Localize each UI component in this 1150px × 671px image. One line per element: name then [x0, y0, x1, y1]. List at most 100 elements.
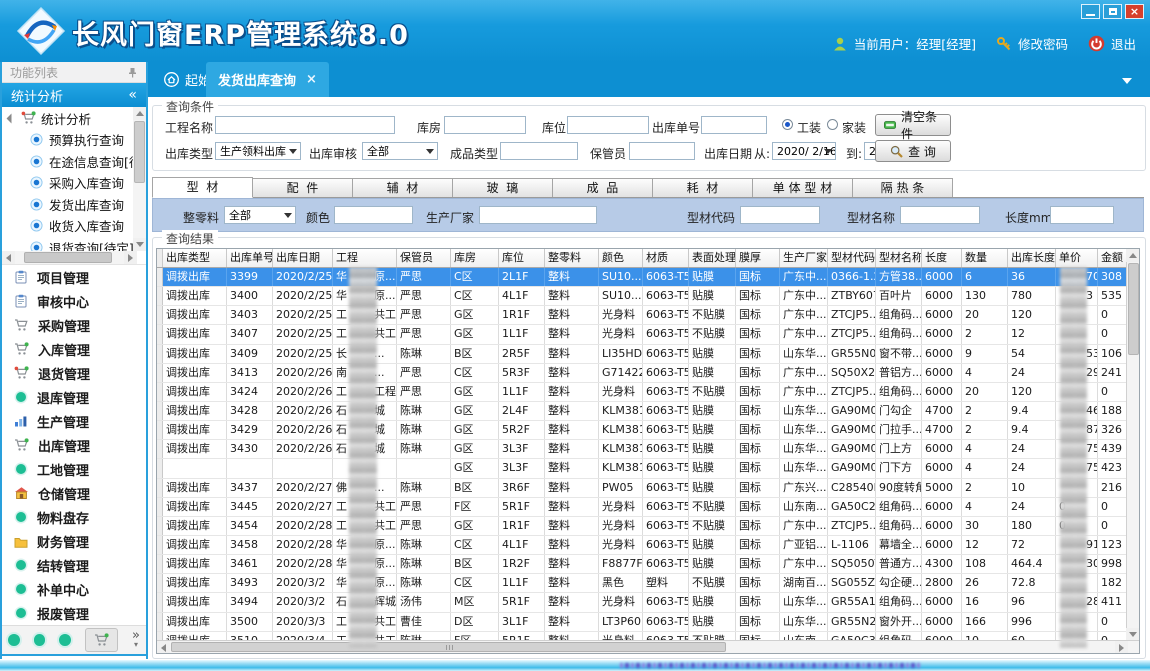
scroll-thumb[interactable]: [134, 121, 145, 183]
tree-vertical-scrollbar[interactable]: [133, 107, 146, 251]
table-row[interactable]: 调拨出库34932020/3/2华原...陈琳C区1L1F整料黑色塑料不贴膜国标…: [157, 574, 1139, 593]
table-row[interactable]: 调拨出库34612020/2/28华原...陈琳B区1R2F整料F8877FT6…: [157, 555, 1139, 574]
table-row[interactable]: G区3L3F整料KLM38176063-T5贴膜国标山东华...GA90M09.…: [157, 459, 1139, 478]
module-item[interactable]: 审核中心: [2, 289, 146, 313]
grid-header-cell[interactable]: 出库日期: [273, 249, 333, 267]
tab-close-icon[interactable]: ×: [306, 72, 317, 87]
radio-gongzhuang[interactable]: [782, 119, 793, 130]
pin-icon[interactable]: [127, 67, 138, 78]
table-row[interactable]: 调拨出库34282020/2/26石城陈琳G区2L4F整料KLM38176063…: [157, 402, 1139, 421]
grid-header-cell[interactable]: 保管员: [397, 249, 451, 267]
grid-header-cell[interactable]: 出库单号: [227, 249, 273, 267]
length-input[interactable]: [1050, 206, 1114, 224]
maker-input[interactable]: [479, 206, 597, 224]
tree-root[interactable]: 统计分析: [2, 107, 146, 129]
scroll-up-icon[interactable]: [1126, 249, 1139, 262]
location-input[interactable]: [567, 116, 649, 134]
module-item[interactable]: 退货管理: [2, 361, 146, 385]
material-tab[interactable]: 辅 材: [352, 178, 453, 197]
table-row[interactable]: 调拨出库34292020/2/26石城陈琳G区5R2F整料KLM38176063…: [157, 421, 1139, 440]
tree-horizontal-scrollbar[interactable]: [2, 251, 137, 264]
scroll-thumb[interactable]: [24, 252, 112, 263]
keeper-input[interactable]: [629, 142, 695, 160]
grid-header-cell[interactable]: 库房: [451, 249, 499, 267]
module-item[interactable]: 财务管理: [2, 529, 146, 553]
quick-dot-icon[interactable]: [34, 634, 46, 646]
table-row[interactable]: 调拨出库34302020/2/26石城陈琳G区3L3F整料KLM38176063…: [157, 440, 1139, 459]
radio-jiazhuang[interactable]: [827, 119, 838, 130]
color-input[interactable]: [334, 206, 413, 224]
grid-horizontal-scrollbar[interactable]: [157, 640, 1140, 653]
table-row[interactable]: 调拨出库34452020/2/27工共工程严思F区5R1F整料光身料6063-T…: [157, 498, 1139, 517]
scroll-thumb[interactable]: [171, 642, 726, 652]
table-row[interactable]: 调拨出库34132020/2/26南...严思C区5R3F整料G71422606…: [157, 364, 1139, 383]
search-button[interactable]: 查 询: [875, 140, 951, 162]
grid-header-cell[interactable]: 出库长度: [1008, 249, 1056, 267]
quick-dot-icon[interactable]: [8, 634, 20, 646]
tree-item[interactable]: 收货入库查询: [2, 215, 146, 237]
module-item[interactable]: 项目管理: [2, 265, 146, 289]
scroll-up-icon[interactable]: [133, 107, 146, 120]
grid-vertical-scrollbar[interactable]: [1126, 249, 1139, 641]
grid-header-cell[interactable]: 工程: [333, 249, 397, 267]
module-item[interactable]: 生产管理: [2, 409, 146, 433]
table-row[interactable]: 调拨出库34002020/2/25华原...严思C区4L1F整料SU10...6…: [157, 287, 1139, 306]
change-password-link[interactable]: 修改密码: [996, 34, 1068, 53]
scroll-down-icon[interactable]: [133, 238, 146, 251]
tree-item[interactable]: 在途信息查询[待: [2, 151, 146, 173]
table-row[interactable]: 调拨出库34032020/2/25工共工程严思G区1R1F整料光身料6063-T…: [157, 306, 1139, 325]
material-tab[interactable]: 玻 璃: [452, 178, 553, 197]
grid-header-cell[interactable]: 出库类型: [163, 249, 227, 267]
date-from-picker[interactable]: 2020/ 2/16: [772, 142, 836, 160]
warehouse-input[interactable]: [444, 116, 526, 134]
module-item[interactable]: 出库管理: [2, 433, 146, 457]
scroll-left-icon[interactable]: [2, 251, 15, 264]
scroll-left-icon[interactable]: [157, 641, 170, 654]
table-row[interactable]: 调拨出库34942020/3/2石辉城汤伟M区5R1F整料光身料6063-T5贴…: [157, 593, 1139, 612]
module-item[interactable]: 仓储管理: [2, 481, 146, 505]
table-row[interactable]: 调拨出库34372020/2/27佛...陈琳B区3R6F整料PW056063-…: [157, 479, 1139, 498]
grid-header-cell[interactable]: 生产厂家: [780, 249, 828, 267]
table-row[interactable]: 调拨出库34072020/2/25工共工程严思G区1L1F整料光身料6063-T…: [157, 325, 1139, 344]
out-type-select[interactable]: 生产领料出库: [215, 142, 301, 160]
scroll-right-icon[interactable]: [124, 251, 137, 264]
material-tab[interactable]: 耗 材: [652, 178, 753, 197]
tab-shipping-outbound-query[interactable]: 发货出库查询 ×: [206, 62, 329, 97]
module-item[interactable]: 工地管理: [2, 457, 146, 481]
logout-button[interactable]: 退出: [1088, 34, 1136, 53]
module-item[interactable]: 补单中心: [2, 577, 146, 601]
grid-header-cell[interactable]: 库位: [499, 249, 545, 267]
whole-part-select[interactable]: 全部: [224, 206, 296, 224]
table-row[interactable]: 调拨出库34242020/2/26工工程严思G区1L1F整料光身料6063-T5…: [157, 383, 1139, 402]
grid-header-cell[interactable]: 型材名称: [876, 249, 922, 267]
grid-header-cell[interactable]: 表面处理: [689, 249, 736, 267]
scroll-thumb[interactable]: [1128, 263, 1139, 355]
product-type-input[interactable]: [500, 142, 578, 160]
grid-header-cell[interactable]: 单价: [1056, 249, 1098, 267]
material-tab[interactable]: 成 品: [552, 178, 653, 197]
module-item[interactable]: 物料盘存: [2, 505, 146, 529]
grid-header-cell[interactable]: 材质: [643, 249, 689, 267]
table-row[interactable]: 调拨出库33992020/2/25华原...严思C区2L1F整料SU10...6…: [157, 268, 1139, 287]
material-tab[interactable]: 配 件: [252, 178, 353, 197]
grid-header-cell[interactable]: 整零料: [545, 249, 599, 267]
tree-item[interactable]: 预算执行查询: [2, 129, 146, 151]
scroll-right-icon[interactable]: [1115, 641, 1128, 654]
project-name-input[interactable]: [215, 116, 395, 134]
footer-cart-button[interactable]: [85, 628, 118, 652]
module-item[interactable]: 结转管理: [2, 553, 146, 577]
table-row[interactable]: 调拨出库34582020/2/28华原...陈琳C区4L1F整料光身料6063-…: [157, 536, 1139, 555]
clear-conditions-button[interactable]: 清空条件: [875, 114, 951, 136]
table-row[interactable]: 调拨出库35002020/3/3工共工程曹佳D区3L1F整料LT3P606063…: [157, 613, 1139, 632]
order-no-input[interactable]: [701, 116, 767, 134]
profile-code-input[interactable]: [740, 206, 820, 224]
module-item[interactable]: 报废管理: [2, 601, 146, 625]
maximize-button[interactable]: [1103, 4, 1122, 19]
module-item[interactable]: 退库管理: [2, 385, 146, 409]
grid-header-cell[interactable]: 型材代码: [828, 249, 876, 267]
material-tab[interactable]: 单 体 型 材: [752, 178, 853, 197]
module-item[interactable]: 入库管理: [2, 337, 146, 361]
quick-dot-icon[interactable]: [59, 634, 71, 646]
material-tab[interactable]: 隔 热 条: [852, 178, 953, 197]
expander-icon[interactable]: [7, 113, 17, 123]
